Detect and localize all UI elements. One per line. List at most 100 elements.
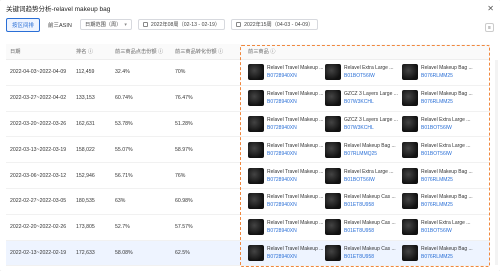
product-asin-link[interactable]: B01BOT56IW xyxy=(344,177,393,183)
cell-top-products: Relavel Travel Makeup ... B0728940XN Relav… xyxy=(244,189,490,214)
product-info: Relavel Makeup Cas ... B01ET8U958 xyxy=(344,194,396,208)
product-asin-link[interactable]: B01ET8U958 xyxy=(344,202,396,208)
cell-rank: 152,946 xyxy=(76,172,95,179)
product-asin-link[interactable]: B01ET8U958 xyxy=(344,228,396,234)
product-asin-link[interactable]: B076RLMM25 xyxy=(421,99,473,105)
product-item[interactable]: Relavel Extra Large ... B01BOT56IW xyxy=(402,115,479,132)
product-item[interactable]: Relavel Travel Makeup ... B0728940XN xyxy=(248,141,325,158)
product-item[interactable]: Relavel Travel Makeup ... B0728940XN xyxy=(248,244,325,261)
product-thumbnail xyxy=(248,64,264,81)
product-asin-link[interactable]: B01BOT56IW xyxy=(421,228,470,234)
modal-header: 关键词趋势分析-relavel makeup bag ✕ xyxy=(0,0,500,16)
product-thumbnail xyxy=(325,90,341,107)
product-asin-link[interactable]: B076RLMM25 xyxy=(421,177,473,183)
product-item[interactable]: Relavel Extra Large ... B01BOT56IW xyxy=(402,141,479,158)
product-item[interactable]: Relavel Makeup Bag ... B07RLMMQ25 xyxy=(325,141,402,158)
product-item[interactable]: Relavel Makeup Cas ... B01ET8U958 xyxy=(325,244,402,261)
product-item[interactable]: Relavel Travel Makeup ... B0728940XN xyxy=(248,193,325,210)
tab-0[interactable]: 按区间排 xyxy=(6,18,41,32)
product-asin-link[interactable]: B0728940XN xyxy=(267,99,323,105)
product-asin-link[interactable]: B07W3KCHL xyxy=(344,99,398,105)
product-info: Relavel Extra Large ... B01BOT56IW xyxy=(421,220,470,234)
product-asin-link[interactable]: B076RLMM25 xyxy=(421,202,473,208)
product-asin-link[interactable]: B0728940XN xyxy=(267,125,323,131)
cell-click-share: 52.7% xyxy=(115,224,130,231)
product-name: Relavel Makeup Cas ... xyxy=(344,194,396,201)
product-thumbnail xyxy=(402,64,418,81)
product-name: Relavel Travel Makeup ... xyxy=(267,65,324,72)
product-info: GZCZ 3 Layers Large ... B07W3KCHL xyxy=(344,91,398,105)
cell-date: 2022-03-20~2022-03-26 xyxy=(10,120,67,127)
product-item[interactable]: Relavel Makeup Cas ... B01ET8U958 xyxy=(325,193,402,210)
product-name: Relavel Makeup Bag ... xyxy=(421,65,473,72)
product-thumbnail xyxy=(325,193,341,210)
product-thumbnail xyxy=(402,90,418,107)
table-header: 日期 排名 ⓘ 前三商品点击份额 ⓘ 前三商品转化份额 ⓘ 前三商品 ⓘ xyxy=(6,44,490,60)
product-asin-link[interactable]: B0728940XN xyxy=(267,228,323,234)
product-asin-link[interactable]: B0728940XN xyxy=(267,177,323,183)
product-asin-link[interactable]: B07W3KCHL xyxy=(344,125,398,131)
product-asin-link[interactable]: B0728940XN xyxy=(267,151,323,157)
product-item[interactable]: Relavel Makeup Bag ... B076RLMM25 xyxy=(402,193,479,210)
product-thumbnail xyxy=(325,115,341,132)
product-item[interactable]: Relavel Extra Large ... B01BOT56IW xyxy=(325,167,402,184)
product-item[interactable]: GZCZ 3 Layers Large ... B07W3KCHL xyxy=(325,115,402,132)
close-icon[interactable]: ✕ xyxy=(487,4,494,13)
product-thumbnail xyxy=(402,141,418,158)
scrollbar[interactable] xyxy=(495,60,498,265)
product-asin-link[interactable]: B0728940XN xyxy=(267,254,323,260)
product-asin-link[interactable]: B01BOT56IW xyxy=(344,73,393,79)
menu-icon[interactable]: ≡ xyxy=(485,23,494,32)
product-item[interactable]: Relavel Makeup Bag ... B076RLMM25 xyxy=(402,64,479,81)
product-asin-link[interactable]: B01BOT56IW xyxy=(421,151,470,157)
product-info: Relavel Travel Makeup ... B0728940XN xyxy=(267,194,323,208)
trend-modal: 关键词趋势分析-relavel makeup bag ✕ 按区间排 前三ASIN … xyxy=(0,0,500,271)
product-asin-link[interactable]: B07RLMMQ25 xyxy=(344,151,396,157)
cell-rank: 173,805 xyxy=(76,224,95,231)
date-end-input[interactable]: 2022年15周（04-03 - 04-09） xyxy=(231,19,319,30)
product-item[interactable]: Relavel Travel Makeup ... B0728940XN xyxy=(248,167,325,184)
product-asin-link[interactable]: B076RLMM25 xyxy=(421,254,473,260)
header-top-products: 前三商品 ⓘ xyxy=(248,49,276,55)
cell-date: 2022-02-20~2022-02-26 xyxy=(10,224,67,231)
product-item[interactable]: Relavel Makeup Bag ... B076RLMM25 xyxy=(402,90,479,107)
product-item[interactable]: Relavel Makeup Bag ... B076RLMM25 xyxy=(402,167,479,184)
product-item[interactable]: Relavel Travel Makeup ... B0728940XN xyxy=(248,219,325,236)
product-name: Relavel Makeup Bag ... xyxy=(344,142,396,149)
product-item[interactable]: Relavel Travel Makeup ... B0728940XN xyxy=(248,90,325,107)
product-name: Relavel Travel Makeup ... xyxy=(267,168,324,175)
product-asin-link[interactable]: B0728940XN xyxy=(267,73,323,79)
cell-top-products: Relavel Travel Makeup ... B0728940XN Relav… xyxy=(244,137,490,162)
tab-1[interactable]: 前三ASIN xyxy=(42,18,78,32)
product-item[interactable]: Relavel Travel Makeup ... B0728940XN xyxy=(248,64,325,81)
product-thumbnail xyxy=(248,193,264,210)
product-asin-link[interactable]: B01BOT56IW xyxy=(421,125,470,131)
product-asin-link[interactable]: B01ET8U958 xyxy=(344,254,396,260)
product-info: Relavel Makeup Bag ... B076RLMM25 xyxy=(421,194,473,208)
product-thumbnail xyxy=(248,219,264,236)
product-item[interactable]: GZCZ 3 Layers Large ... B07W3KCHL xyxy=(325,90,402,107)
product-item[interactable]: Relavel Extra Large ... B01BOT56IW xyxy=(325,64,402,81)
product-name: Relavel Travel Makeup ... xyxy=(267,142,324,149)
product-item[interactable]: Relavel Makeup Cas ... B01ET8U958 xyxy=(325,219,402,236)
product-asin-link[interactable]: B076RLMM25 xyxy=(421,73,473,79)
product-asin-link[interactable]: B0728940XN xyxy=(267,202,323,208)
product-item[interactable]: Relavel Travel Makeup ... B0728940XN xyxy=(248,115,325,132)
product-info: Relavel Makeup Bag ... B07RLMMQ25 xyxy=(344,143,396,157)
product-thumbnail xyxy=(248,167,264,184)
granularity-select[interactable]: 日期范围（周） ▾ xyxy=(80,19,132,30)
product-name: Relavel Extra Large ... xyxy=(421,116,471,123)
product-thumbnail xyxy=(402,219,418,236)
cell-conversion-share: 51.28% xyxy=(175,120,193,127)
product-name: Relavel Makeup Bag ... xyxy=(421,194,473,201)
table-row: 2022-03-27~2022-04-02 133,153 60.74% 76.47%… xyxy=(6,86,490,112)
product-item[interactable]: Relavel Extra Large ... B01BOT56IW xyxy=(402,219,479,236)
product-name: Relavel Travel Makeup ... xyxy=(267,194,324,201)
cell-click-share: 53.78% xyxy=(115,120,133,127)
date-start-input[interactable]: 2022年08周（02-13 - 02-19） xyxy=(137,19,226,30)
cell-click-share: 55.07% xyxy=(115,146,133,153)
product-item[interactable]: Relavel Makeup Bag ... B076RLMM25 xyxy=(402,244,479,261)
cell-date: 2022-02-27~2022-03-05 xyxy=(10,198,67,205)
product-name: GZCZ 3 Layers Large ... xyxy=(344,116,398,123)
product-info: Relavel Makeup Bag ... B076RLMM25 xyxy=(421,246,473,260)
